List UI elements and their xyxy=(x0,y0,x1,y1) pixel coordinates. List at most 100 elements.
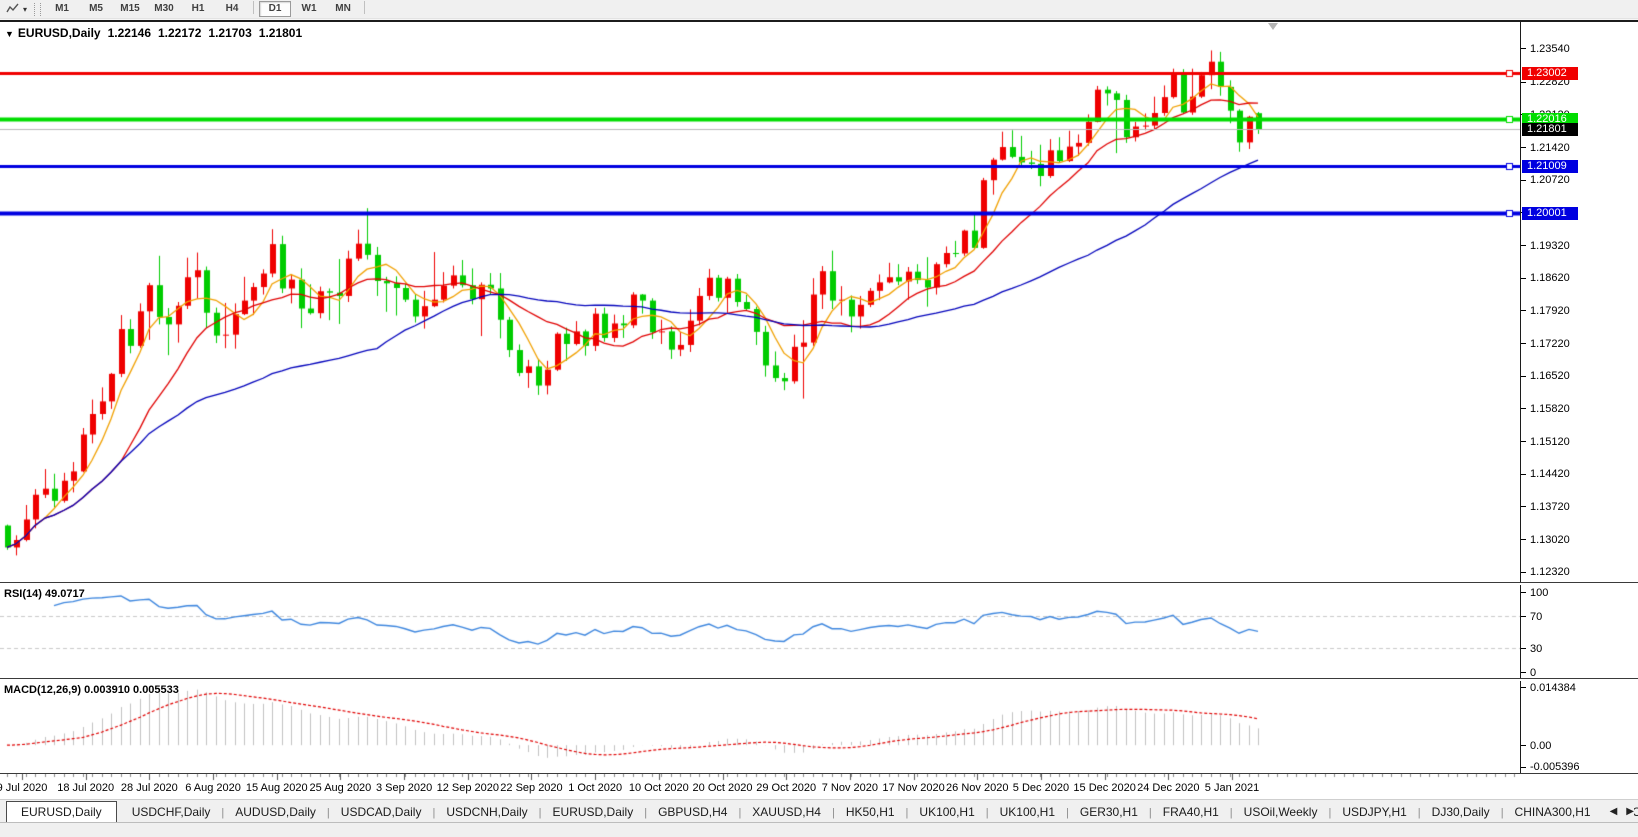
timeframe-button-H4[interactable]: H4 xyxy=(216,1,248,17)
collapse-arrow-icon[interactable]: ▼ xyxy=(5,29,14,39)
macd-canvas[interactable] xyxy=(0,681,1520,773)
rsi-tick: 30 xyxy=(1521,642,1542,655)
date-label: 9 Jul 2020 xyxy=(0,782,47,794)
date-label: 20 Oct 2020 xyxy=(693,782,753,794)
chart-tab-bar: EURUSD,DailyUSDCHF,Daily|AUDUSD,Daily|US… xyxy=(0,799,1638,822)
timeframe-button-MN[interactable]: MN xyxy=(327,1,359,17)
price-tick: 1.20720 xyxy=(1521,174,1570,187)
price-tick: 1.16520 xyxy=(1521,370,1570,383)
rsi-label: RSI(14) 49.0717 xyxy=(4,588,85,600)
date-label: 28 Jul 2020 xyxy=(121,782,178,794)
timeframe-button-M5[interactable]: M5 xyxy=(80,1,112,17)
line-studies-icon[interactable] xyxy=(3,2,23,17)
timeframe-button-W1[interactable]: W1 xyxy=(293,1,325,17)
date-label: 18 Jul 2020 xyxy=(57,782,114,794)
close-value: 1.21801 xyxy=(259,26,302,40)
price-pane: ▼ EURUSD,Daily 1.22146 1.22172 1.21703 1.2180… xyxy=(0,22,1638,582)
rsi-canvas[interactable] xyxy=(0,585,1520,678)
chart-tab-4[interactable]: USDCNH,Daily xyxy=(435,802,538,822)
chart-tab-11[interactable]: GER30,H1 xyxy=(1069,802,1149,822)
price-tick: 1.13720 xyxy=(1521,500,1570,513)
chart-tab-7[interactable]: XAUUSD,H4 xyxy=(741,802,832,822)
price-line-badge: 1.20001 xyxy=(1522,207,1578,220)
chart-tab-6[interactable]: GBPUSD,H4 xyxy=(647,802,738,822)
date-label: 24 Dec 2020 xyxy=(1137,782,1199,794)
price-line-badge: 1.23002 xyxy=(1522,67,1578,80)
date-label: 26 Nov 2020 xyxy=(946,782,1008,794)
timeframe-button-M30[interactable]: M30 xyxy=(148,1,180,17)
chart-window: ▼ EURUSD,Daily 1.22146 1.22172 1.21703 1.2180… xyxy=(0,20,1638,799)
timeframe-button-M15[interactable]: M15 xyxy=(114,1,146,17)
chart-tab-2[interactable]: AUDUSD,Daily xyxy=(224,802,327,822)
price-tick: 1.13020 xyxy=(1521,533,1570,546)
dropdown-arrow-icon[interactable]: ▾ xyxy=(23,5,27,14)
date-label: 5 Jan 2021 xyxy=(1205,782,1259,794)
timeframe-button-M1[interactable]: M1 xyxy=(46,1,78,17)
chart-tab-10[interactable]: UK100,H1 xyxy=(989,802,1066,822)
price-tick: 1.23540 xyxy=(1521,42,1570,55)
rsi-pane: RSI(14) 49.0717 100 70 30 0 xyxy=(0,585,1638,678)
price-tick: 1.15120 xyxy=(1521,435,1570,448)
date-axis[interactable]: 9 Jul 2020 18 Jul 2020 28 Jul 2020 6 Aug 20… xyxy=(0,773,1638,799)
date-label: 3 Sep 2020 xyxy=(376,782,432,794)
chart-tab-0[interactable]: EURUSD,Daily xyxy=(6,801,117,822)
date-label: 1 Oct 2020 xyxy=(568,782,622,794)
chart-tab-8[interactable]: HK50,H1 xyxy=(835,802,906,822)
low-value: 1.21703 xyxy=(208,26,251,40)
chart-tab-12[interactable]: FRA40,H1 xyxy=(1152,802,1230,822)
macd-pane: MACD(12,26,9) 0.003910 0.005533 0.014384… xyxy=(0,681,1638,773)
chart-tab-16[interactable]: CHINA300,H1 xyxy=(1504,802,1602,822)
price-tick: 1.21420 xyxy=(1521,141,1570,154)
date-label: 15 Dec 2020 xyxy=(1073,782,1135,794)
symbol-label: EURUSD,Daily xyxy=(18,26,101,40)
macd-axis[interactable]: 0.0143840.00-0.005396 xyxy=(1520,681,1638,773)
date-label: 25 Aug 2020 xyxy=(310,782,372,794)
high-value: 1.22172 xyxy=(158,26,201,40)
chart-tab-3[interactable]: USDCAD,Daily xyxy=(330,802,433,822)
chart-tab-9[interactable]: UK100,H1 xyxy=(908,802,985,822)
macd-tick: 0.00 xyxy=(1521,739,1551,752)
chart-shift-marker[interactable] xyxy=(1268,23,1278,30)
price-line-badge: 1.21009 xyxy=(1522,160,1578,173)
date-label: 17 Nov 2020 xyxy=(882,782,944,794)
date-label: 5 Dec 2020 xyxy=(1013,782,1069,794)
timeframe-button-H1[interactable]: H1 xyxy=(182,1,214,17)
chart-ohlc-title: ▼ EURUSD,Daily 1.22146 1.22172 1.21703 1.2180… xyxy=(5,26,309,40)
price-tick: 1.18620 xyxy=(1521,272,1570,285)
price-tick: 1.19320 xyxy=(1521,239,1570,252)
open-value: 1.22146 xyxy=(108,26,151,40)
price-tick: 1.12320 xyxy=(1521,566,1570,579)
chart-tab-14[interactable]: USDJPY,H1 xyxy=(1331,802,1417,822)
rsi-tick: 100 xyxy=(1521,586,1548,599)
date-label: 6 Aug 2020 xyxy=(185,782,241,794)
status-strip xyxy=(0,822,1638,837)
tab-scroll-controls: ◀ ▶ xyxy=(1602,800,1634,822)
chart-tab-1[interactable]: USDCHF,Daily xyxy=(121,802,222,822)
date-label: 7 Nov 2020 xyxy=(822,782,878,794)
chart-tab-5[interactable]: EURUSD,Daily xyxy=(542,802,645,822)
rsi-tick: 0 xyxy=(1521,666,1536,679)
date-label: 12 Sep 2020 xyxy=(437,782,499,794)
date-label: 29 Oct 2020 xyxy=(756,782,816,794)
timeframe-toolbar: ▾ M1M5M15M30H1H4 D1W1MN xyxy=(0,0,1638,19)
price-chart-canvas[interactable] xyxy=(0,22,1520,582)
price-line-badge: 1.21801 xyxy=(1522,123,1578,136)
price-tick: 1.15820 xyxy=(1521,402,1570,415)
date-label: 22 Sep 2020 xyxy=(500,782,562,794)
price-tick: 1.17920 xyxy=(1521,304,1570,317)
date-label: 10 Oct 2020 xyxy=(629,782,689,794)
rsi-axis[interactable]: 100 70 30 0 xyxy=(1520,585,1638,678)
price-axis[interactable]: 1.235401.228201.221201.214201.207201.200… xyxy=(1520,22,1638,582)
mt4-terminal: ▾ M1M5M15M30H1H4 D1W1MN ▼ EURUSD,Daily 1.22… xyxy=(0,0,1638,837)
price-tick: 1.14420 xyxy=(1521,468,1570,481)
timeframe-group: M1M5M15M30H1H4 D1W1MN xyxy=(45,1,369,17)
tab-scroll-left-icon[interactable]: ◀ xyxy=(1610,806,1618,817)
timeframe-button-D1[interactable]: D1 xyxy=(259,1,291,17)
macd-tick: 0.014384 xyxy=(1521,681,1576,694)
rsi-tick: 70 xyxy=(1521,610,1542,623)
price-tick: 1.17220 xyxy=(1521,337,1570,350)
chart-tab-15[interactable]: DJ30,Daily xyxy=(1421,802,1501,822)
toolbar-grip[interactable] xyxy=(34,3,41,16)
chart-tab-13[interactable]: USOil,Weekly xyxy=(1233,802,1329,822)
tab-scroll-right-icon[interactable]: ▶ xyxy=(1626,806,1634,817)
